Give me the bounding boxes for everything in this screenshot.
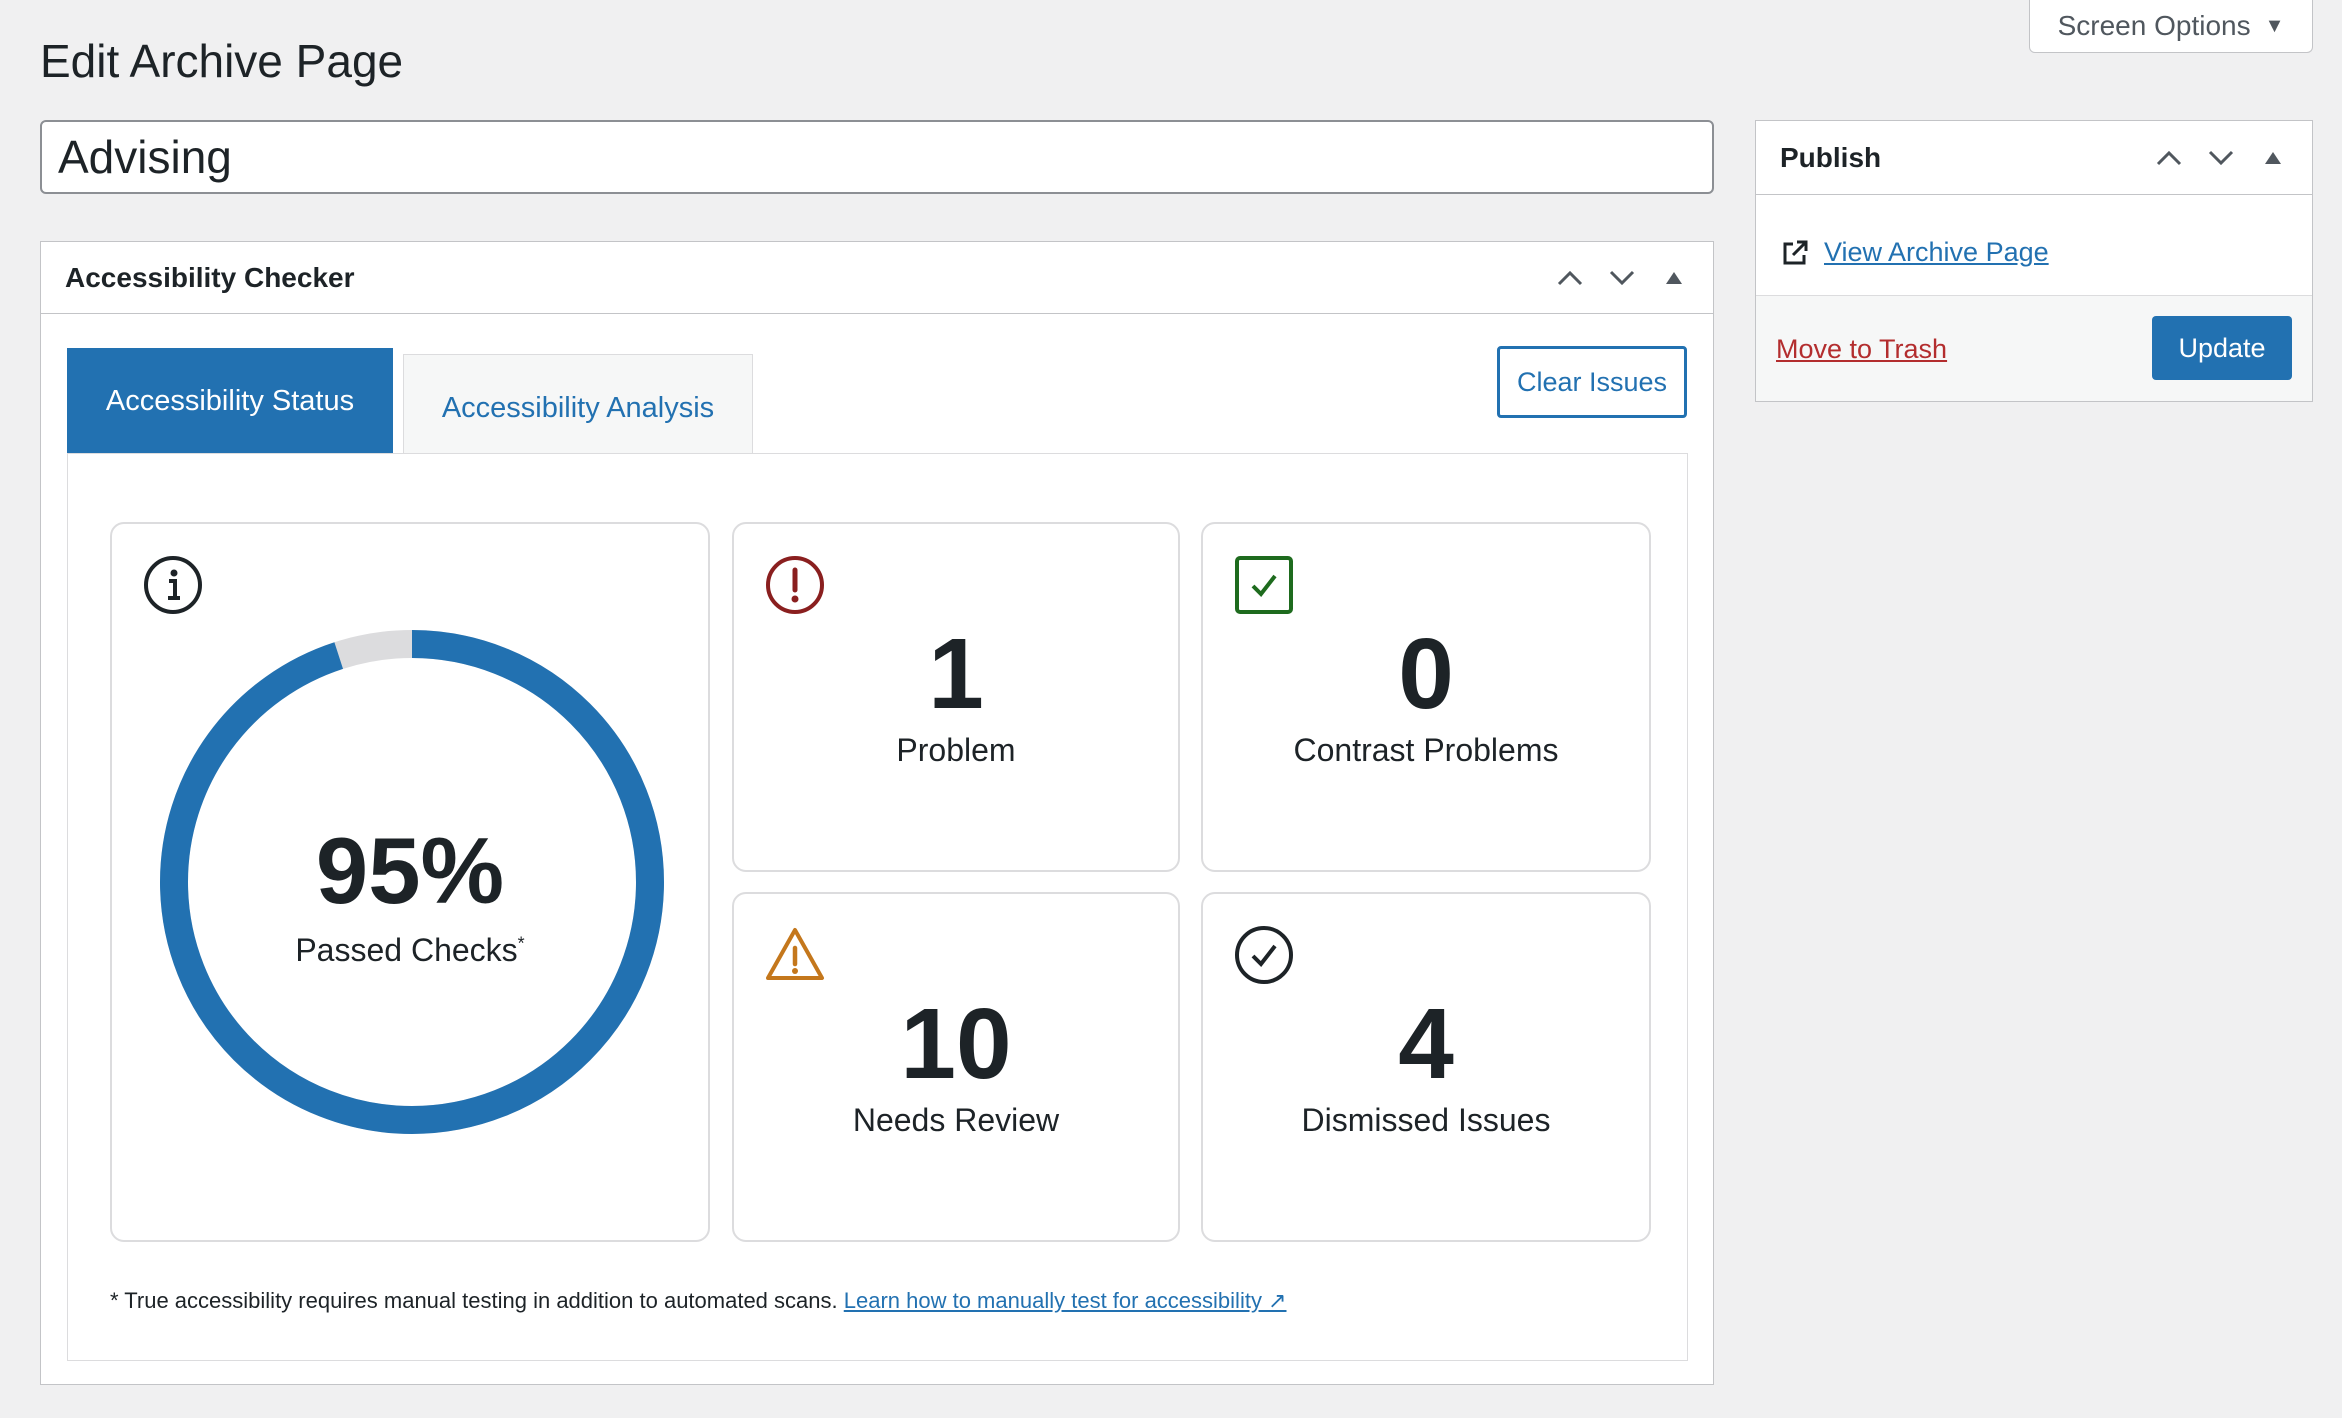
needs-review-card[interactable]: 10 Needs Review [732,892,1180,1242]
screen-options-label: Screen Options [2057,10,2251,41]
manual-testing-footnote: * True accessibility requires manual tes… [110,1288,1287,1314]
publish-handle-actions [2154,143,2288,173]
accessibility-checker-box: Accessibility Checker Accessibility Stat… [40,241,1714,1385]
circle-check-icon [1235,926,1293,984]
passed-checks-card: 95% Passed Checks* [110,522,710,1242]
move-up-icon[interactable] [1555,263,1585,293]
accessibility-checker-title: Accessibility Checker [65,261,355,293]
move-down-icon[interactable] [2206,143,2236,173]
update-button[interactable]: Update [2152,316,2292,380]
publish-header: Publish [1756,121,2312,195]
passed-checks-text: Passed Checks [295,932,518,968]
footnote-text: * True accessibility requires manual tes… [110,1288,838,1313]
toggle-panel-icon[interactable] [1659,263,1689,293]
contrast-problems-card[interactable]: 0 Contrast Problems [1201,522,1651,872]
passed-checks-label: Passed Checks* [112,932,708,969]
move-up-icon[interactable] [2154,143,2184,173]
view-archive-page-link[interactable]: View Archive Page [1780,237,2049,268]
contrast-problems-label: Contrast Problems [1293,732,1559,768]
publish-actions: Move to Trash Update [1756,295,2312,401]
dismissed-issues-card[interactable]: 4 Dismissed Issues [1201,892,1651,1242]
manual-testing-link[interactable]: Learn how to manually test for accessibi… [844,1288,1287,1313]
needs-review-count: 10 [900,988,1012,1100]
post-title-input[interactable]: Advising [40,120,1714,194]
problem-card[interactable]: 1 Problem [732,522,1180,872]
footnote-mark: * [517,933,525,954]
warning-icon [766,928,824,980]
move-down-icon[interactable] [1607,263,1637,293]
caret-down-icon: ▼ [2264,14,2285,37]
dismissed-issues-label: Dismissed Issues [1301,1102,1551,1138]
box-handle-actions [1555,263,1689,293]
toggle-panel-icon[interactable] [2258,143,2288,173]
tab-accessibility-status[interactable]: Accessibility Status [67,348,393,454]
accessibility-status-panel: 95% Passed Checks* 1 Problem 0 Contrast … [67,453,1688,1361]
view-archive-page-label: View Archive Page [1824,237,2049,267]
contrast-problems-count: 0 [1398,618,1454,730]
problem-count: 1 [928,618,984,730]
error-icon [766,556,824,614]
problem-label: Problem [896,732,1016,768]
needs-review-label: Needs Review [852,1102,1060,1138]
accessibility-checker-header: Accessibility Checker [41,242,1713,314]
move-to-trash-link[interactable]: Move to Trash [1776,334,1947,365]
dismissed-issues-count: 4 [1398,988,1454,1100]
clear-issues-button[interactable]: Clear Issues [1497,346,1687,418]
passed-checks-percent: 95% [315,818,505,923]
info-icon[interactable] [142,554,204,616]
page-title: Edit Archive Page [40,35,404,87]
screen-options-button[interactable]: Screen Options ▼ [2029,0,2313,53]
publish-title: Publish [1780,141,1882,173]
checkbox-check-icon [1235,556,1293,614]
publish-box: Publish View Archive Page Move to Trash … [1755,120,2313,402]
tab-accessibility-analysis[interactable]: Accessibility Analysis [403,354,753,454]
external-link-icon [1783,240,1808,264]
